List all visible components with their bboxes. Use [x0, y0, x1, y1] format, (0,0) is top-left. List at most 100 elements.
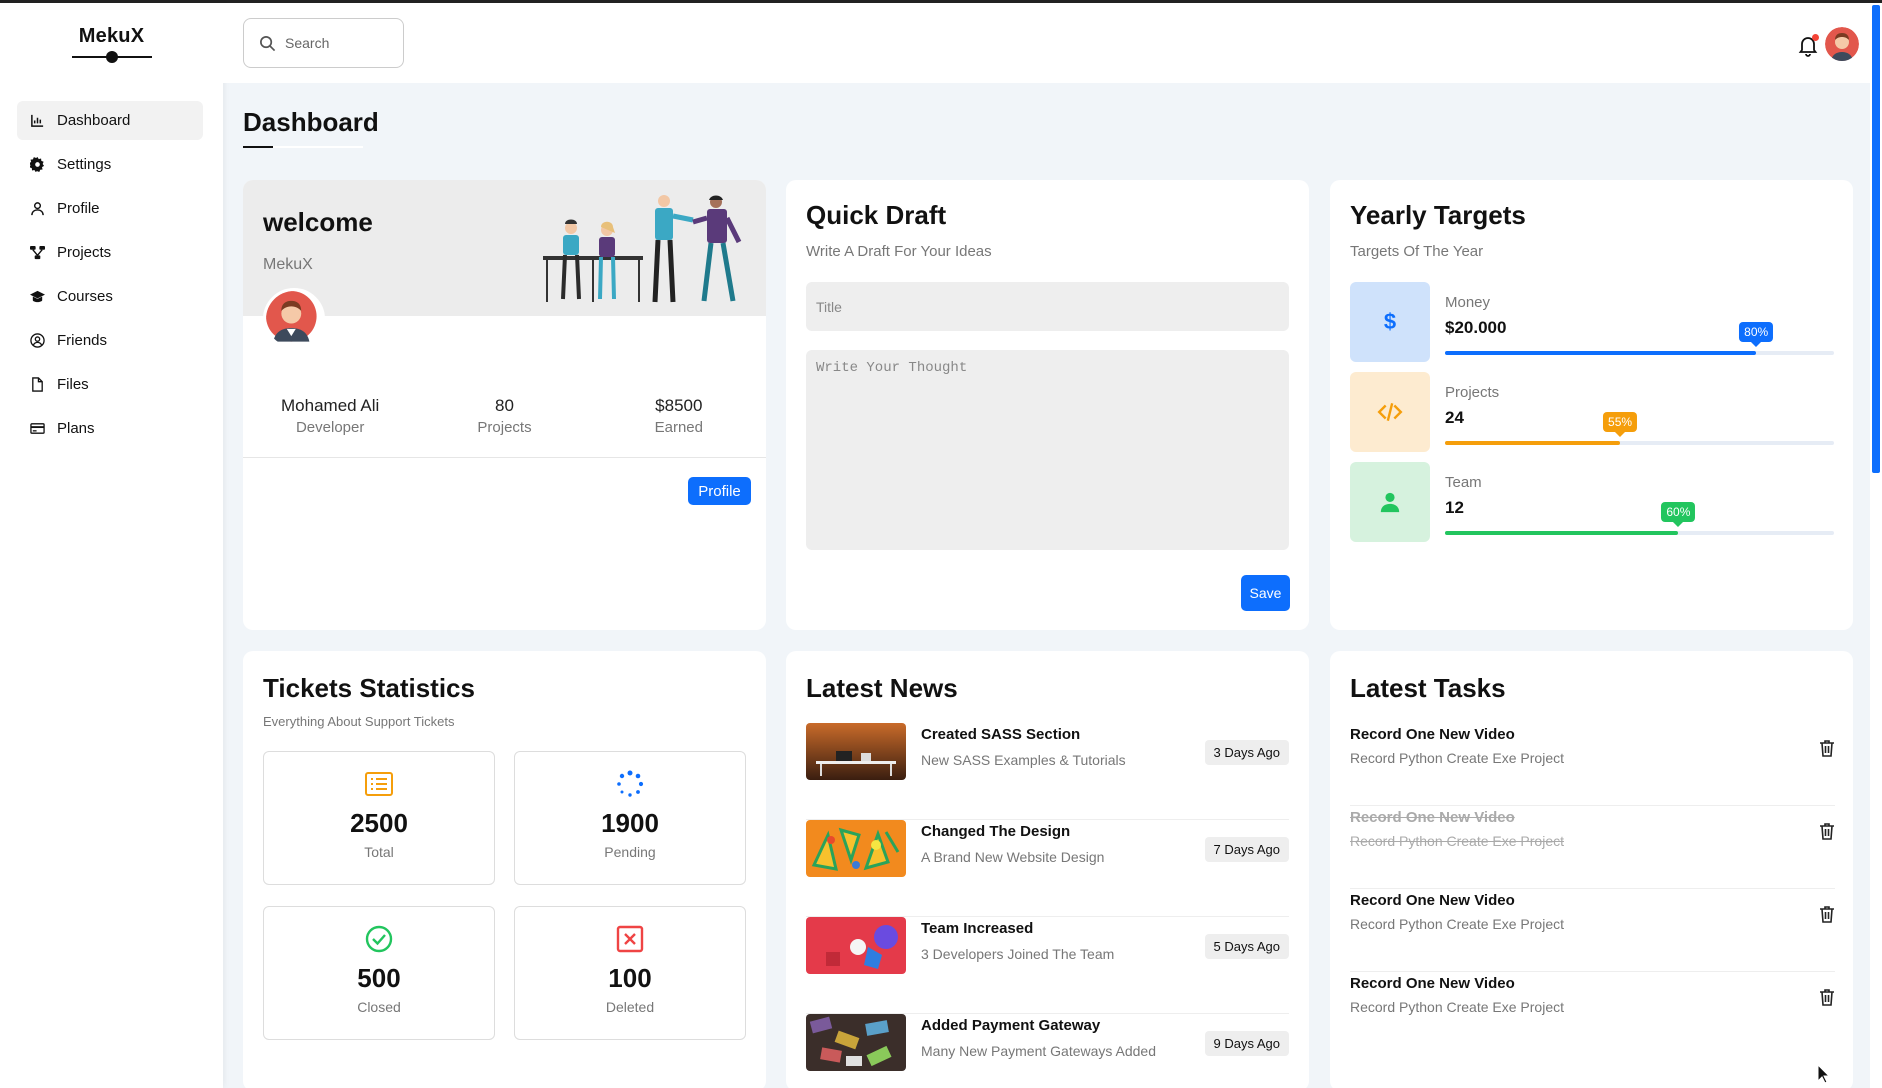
progress-badge: 55% [1603, 412, 1638, 437]
card-title: Latest News [806, 673, 958, 703]
trash-icon[interactable] [1819, 905, 1835, 923]
profile-button[interactable]: Profile [688, 477, 751, 505]
news-description: A Brand New Website Design [921, 849, 1105, 865]
notifications-bell[interactable] [1796, 33, 1820, 57]
save-button[interactable]: Save [1241, 575, 1290, 611]
progress-badge: 60% [1661, 502, 1696, 527]
welcome-title: welcome [263, 207, 373, 237]
ticket-count: 500 [357, 963, 401, 993]
sidebar-item-label: Projects [57, 244, 112, 261]
stat-value: $8500 [655, 396, 703, 415]
news-thumbnail [806, 917, 906, 974]
search-box[interactable] [243, 18, 404, 68]
news-time-badge: 7 Days Ago [1204, 837, 1289, 862]
task-title: Record One New Video [1350, 809, 1515, 826]
target-value: 24 [1445, 408, 1464, 427]
task-description: Record Python Create Exe Project [1350, 833, 1564, 849]
user-icon [29, 201, 45, 217]
progress-fill [1445, 351, 1757, 355]
target-projects: Projects 24 55% [1350, 372, 1835, 452]
sidebar-item-profile[interactable]: Profile [17, 189, 203, 228]
ticket-count: 100 [608, 963, 652, 993]
news-item[interactable]: Changed The Design A Brand New Website D… [806, 820, 1289, 917]
target-label: Money [1445, 294, 1491, 311]
news-item[interactable]: Added Payment Gateway Many New Payment G… [806, 1014, 1289, 1088]
welcome-subtitle: MekuX [263, 256, 313, 273]
stat-value: Mohamed Ali [281, 396, 380, 415]
yearly-targets-card: Yearly Targets Targets Of The Year $ Mon… [1330, 180, 1853, 630]
sidebar-item-settings[interactable]: Settings [17, 145, 203, 184]
latest-news-card: Latest News Created SASS Section New SAS… [786, 651, 1309, 1088]
news-time-badge: 3 Days Ago [1204, 740, 1289, 765]
news-thumbnail [806, 723, 906, 780]
sidebar-item-friends[interactable]: Friends [17, 321, 203, 360]
ticket-label: Total [364, 844, 394, 860]
avatar[interactable] [263, 288, 325, 350]
task-description: Record Python Create Exe Project [1350, 999, 1564, 1015]
card-subtitle: Everything About Support Tickets [263, 714, 455, 729]
sidebar-item-label: Profile [57, 200, 100, 217]
ticket-label: Pending [604, 844, 656, 860]
ticket-deleted: 100 Deleted [514, 906, 746, 1040]
trash-icon[interactable] [1819, 739, 1835, 757]
card-title: Tickets Statistics [263, 673, 475, 703]
task-item[interactable]: Record One New Video Record Python Creat… [1350, 723, 1835, 806]
news-item[interactable]: Created SASS Section New SASS Examples &… [806, 723, 1289, 820]
ticket-label: Closed [357, 999, 401, 1015]
chart-icon [29, 113, 45, 129]
news-item[interactable]: Team Increased 3 Developers Joined The T… [806, 917, 1289, 1014]
stat-projects: 80 Projects [417, 396, 591, 436]
user-icon [1350, 462, 1430, 542]
card-title: Latest Tasks [1350, 673, 1506, 703]
news-thumbnail [806, 1014, 906, 1071]
sidebar-item-plans[interactable]: Plans [17, 409, 203, 448]
draft-body-textarea[interactable] [806, 350, 1289, 550]
latest-tasks-card: Latest Tasks Record One New Video Record… [1330, 651, 1853, 1088]
sidebar-item-label: Dashboard [57, 112, 131, 129]
trash-icon[interactable] [1819, 988, 1835, 1006]
target-value: $20.000 [1445, 318, 1507, 337]
sidebar-item-label: Courses [57, 288, 113, 305]
news-title: Added Payment Gateway [921, 1017, 1101, 1034]
welcome-stats: Mohamed Ali Developer 80 Projects $8500 … [243, 396, 766, 436]
graduation-cap-icon [29, 289, 45, 305]
draft-title-input[interactable] [806, 282, 1289, 331]
stat-earned: $8500 Earned [592, 396, 766, 436]
title-underline [243, 146, 363, 148]
search-input[interactable] [285, 35, 395, 51]
task-title: Record One New Video [1350, 975, 1515, 992]
task-title: Record One New Video [1350, 892, 1515, 909]
sidebar-item-label: Friends [57, 332, 108, 349]
target-label: Team [1445, 474, 1482, 491]
ticket-pending: 1900 Pending [514, 751, 746, 885]
task-item[interactable]: Record One New Video Record Python Creat… [1350, 889, 1835, 972]
progress-track: 55% [1445, 412, 1834, 445]
sidebar-item-dashboard[interactable]: Dashboard [17, 101, 203, 140]
progress-track: 60% [1445, 502, 1834, 535]
spinner-icon [617, 770, 644, 797]
stat-label: Projects [477, 419, 532, 436]
code-icon [1350, 372, 1430, 452]
scrollbar-thumb[interactable] [1872, 5, 1880, 473]
news-description: New SASS Examples & Tutorials [921, 752, 1126, 768]
progress-fill [1445, 441, 1621, 445]
news-time-badge: 9 Days Ago [1204, 1031, 1289, 1056]
task-item-done[interactable]: Record One New Video Record Python Creat… [1350, 806, 1835, 889]
news-time-badge: 5 Days Ago [1204, 934, 1289, 959]
stat-name: Mohamed Ali Developer [243, 396, 417, 436]
ticket-label: Deleted [605, 999, 655, 1015]
divider [243, 457, 766, 458]
news-description: Many New Payment Gateways Added [921, 1043, 1157, 1059]
sidebar-item-files[interactable]: Files [17, 365, 203, 404]
gear-icon [29, 157, 45, 173]
trash-icon[interactable] [1819, 822, 1835, 840]
list-icon [365, 772, 393, 796]
search-icon [260, 35, 276, 51]
logo[interactable]: MekuX [0, 25, 223, 63]
sidebar-item-courses[interactable]: Courses [17, 277, 203, 316]
task-item[interactable]: Record One New Video Record Python Creat… [1350, 972, 1835, 1055]
avatar[interactable] [1825, 27, 1859, 61]
page-scrollbar[interactable] [1870, 3, 1882, 1088]
logo-mark [71, 51, 152, 63]
sidebar-item-projects[interactable]: Projects [17, 233, 203, 272]
